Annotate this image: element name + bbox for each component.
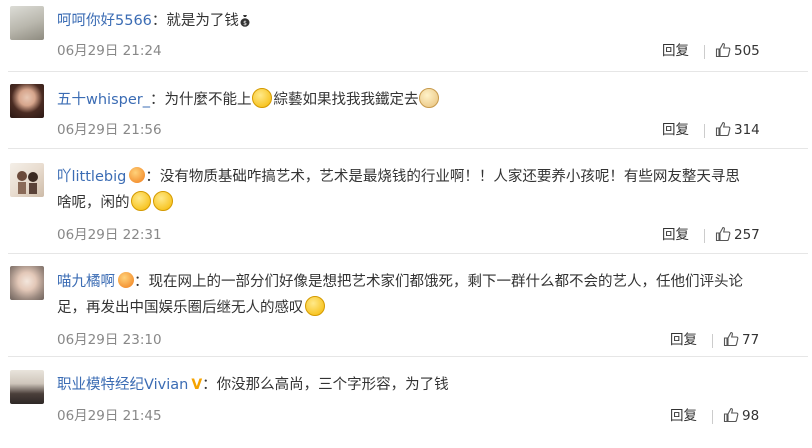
avatar[interactable] <box>10 84 44 118</box>
money-bag-emoji: $ <box>240 11 250 27</box>
like-count: 77 <box>742 332 760 348</box>
reply-button[interactable]: 回复 <box>670 407 697 425</box>
reply-button[interactable]: 回复 <box>662 42 689 60</box>
comment-text: ：就是为了钱 <box>151 13 239 29</box>
comment-content: 呵呵你好5566：就是为了钱 $ <box>57 9 782 33</box>
comment-date: 06月29日 21:45 <box>57 408 162 424</box>
avatar[interactable] <box>10 163 44 197</box>
doge-emoji <box>419 88 440 108</box>
comment-content: 吖littlebig ：没有物质基础咋搞艺术，艺术是最烧钱的行业啊！！人家还要养小… <box>57 165 782 189</box>
comment-text-cont: 足，再发出中国娱乐圈后继无人的感叹 <box>57 300 304 316</box>
verified-v-icon: V <box>191 377 203 393</box>
comment-content-line2: 啥呢，闲的 <box>57 191 174 215</box>
comment-date: 06月29日 21:24 <box>57 43 162 59</box>
thumbs-up-icon <box>715 121 731 137</box>
like-count: 505 <box>734 43 760 59</box>
divider-bar <box>712 410 713 424</box>
thinking-face-emoji <box>304 296 325 316</box>
like-count: 98 <box>742 408 760 424</box>
comment-content: 五十whisper_：为什麼不能上 綜藝如果找我我鐵定去 <box>57 88 782 112</box>
comment-date: 06月29日 23:10 <box>57 332 162 348</box>
comment-text-cont: 啥呢，闲的 <box>57 195 130 211</box>
comment-text: ：为什麼不能上 <box>149 92 252 108</box>
vip-crown-icon <box>118 272 134 288</box>
comment-date: 06月29日 21:56 <box>57 122 162 138</box>
thumbs-up-icon <box>723 407 739 423</box>
divider-bar <box>712 334 713 348</box>
like-button[interactable]: 257 <box>715 226 760 244</box>
divider-bar <box>704 124 705 138</box>
divider-bar <box>704 229 705 243</box>
reply-button[interactable]: 回复 <box>662 121 689 139</box>
divider-bar <box>704 45 705 59</box>
svg-text:$: $ <box>243 20 247 27</box>
comment-text: ：现在网上的一部分们好像是想把艺术家们都饿死，剩下一群什么都不会的艺人，任他们评… <box>134 274 743 290</box>
comment-item: 呵呵你好5566：就是为了钱 $ 06月29日 21:24 回复 505 <box>0 0 812 72</box>
comment-text: ：你没那么高尚，三个字形容，为了钱 <box>202 377 449 393</box>
reply-button[interactable]: 回复 <box>670 331 697 349</box>
laughing-crying-emoji <box>252 88 273 108</box>
comment-item: 职业模特经纪Vivian V：你没那么高尚，三个字形容，为了钱 06月29日 21… <box>0 357 812 448</box>
avatar[interactable] <box>10 6 44 40</box>
comment-date: 06月29日 22:31 <box>57 227 162 243</box>
username-link[interactable]: 五十whisper_ <box>57 92 150 108</box>
like-button[interactable]: 77 <box>723 331 759 349</box>
username-link[interactable]: 吖littlebig <box>57 169 126 185</box>
like-count: 257 <box>734 227 760 243</box>
comment-item: 吖littlebig ：没有物质基础咋搞艺术，艺术是最烧钱的行业啊！！人家还要养小… <box>0 149 812 253</box>
thumbs-up-icon <box>715 42 731 58</box>
avatar[interactable] <box>10 370 44 404</box>
meh-face-emoji <box>152 191 173 211</box>
username-link[interactable]: 呵呵你好5566 <box>57 13 152 29</box>
thumbs-up-icon <box>715 226 731 242</box>
like-button[interactable]: 505 <box>715 42 760 60</box>
thumbs-up-icon <box>723 331 739 347</box>
avatar[interactable] <box>10 266 44 300</box>
like-button[interactable]: 314 <box>715 121 760 139</box>
comment-item: 五十whisper_：为什麼不能上 綜藝如果找我我鐵定去 06月29日 21:56… <box>0 72 812 148</box>
vip-crown-icon <box>129 167 146 183</box>
reply-button[interactable]: 回复 <box>662 226 689 244</box>
comment-text: ：没有物质基础咋搞艺术，艺术是最烧钱的行业啊！！人家还要养小孩呢！有些网友整天寻… <box>145 169 740 185</box>
comment-content-line2: 足，再发出中国娱乐圈后继无人的感叹 <box>57 296 326 320</box>
comment-item: 喵九橘啊 ：现在网上的一部分们好像是想把艺术家们都饿死，剩下一群什么都不会的艺人，… <box>0 254 812 356</box>
meh-face-emoji <box>130 191 151 211</box>
comment-content: 喵九橘啊 ：现在网上的一部分们好像是想把艺术家们都饿死，剩下一群什么都不会的艺人，… <box>57 270 782 294</box>
comment-text-cont: 綜藝如果找我我鐵定去 <box>273 92 419 108</box>
like-count: 314 <box>734 122 760 138</box>
comment-content: 职业模特经纪Vivian V：你没那么高尚，三个字形容，为了钱 <box>57 373 782 397</box>
username-link[interactable]: 喵九橘啊 <box>57 274 115 290</box>
username-link[interactable]: 职业模特经纪Vivian <box>57 377 188 393</box>
like-button[interactable]: 98 <box>723 407 759 425</box>
